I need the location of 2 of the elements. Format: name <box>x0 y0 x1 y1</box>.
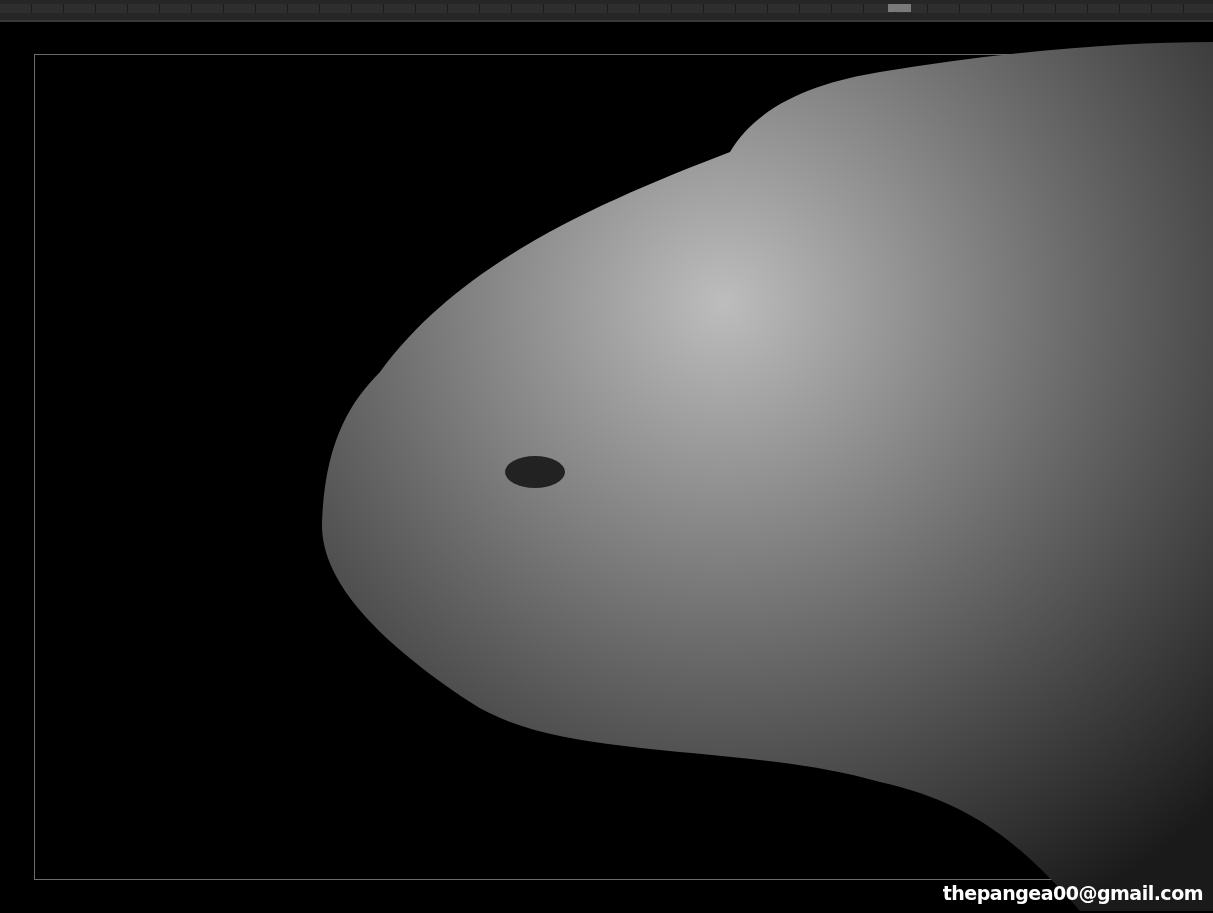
email-caption: thepangea00@gmail.com <box>942 880 1203 906</box>
timeline-thumb[interactable] <box>888 4 911 12</box>
